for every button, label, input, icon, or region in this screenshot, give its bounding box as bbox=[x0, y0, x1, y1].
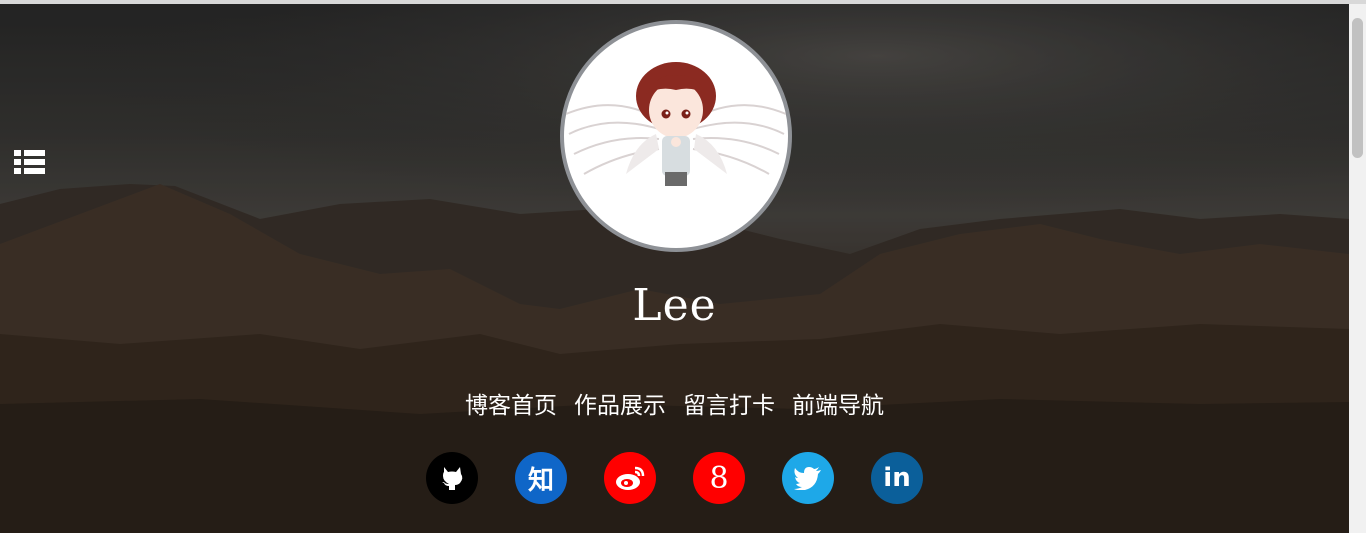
linkedin-icon[interactable]: in bbox=[871, 452, 923, 504]
zhihu-icon[interactable]: 知 bbox=[515, 452, 567, 504]
google-icon[interactable]: 8 bbox=[693, 452, 745, 504]
google-glyph: 8 bbox=[709, 460, 729, 496]
linkedin-glyph: in bbox=[883, 463, 911, 493]
nav-link-guestbook[interactable]: 留言打卡 bbox=[683, 386, 775, 420]
weibo-icon[interactable] bbox=[604, 452, 656, 504]
nav-link-frontend-nav[interactable]: 前端导航 bbox=[792, 386, 884, 420]
menu-list-icon[interactable] bbox=[14, 150, 45, 174]
twitter-icon[interactable] bbox=[782, 452, 834, 504]
github-icon[interactable] bbox=[426, 452, 478, 504]
angel-avatar-illustration bbox=[565, 62, 787, 186]
page-scrollbar[interactable] bbox=[1349, 4, 1366, 533]
main-nav: 博客首页 作品展示 留言打卡 前端导航 bbox=[0, 386, 1349, 420]
nav-link-portfolio[interactable]: 作品展示 bbox=[574, 386, 666, 420]
scrollbar-thumb[interactable] bbox=[1352, 18, 1363, 158]
avatar[interactable] bbox=[560, 20, 792, 252]
zhihu-glyph: 知 bbox=[527, 465, 554, 496]
nav-link-blog-home[interactable]: 博客首页 bbox=[465, 386, 557, 420]
social-links: 知 8 in bbox=[0, 452, 1349, 504]
site-title: Lee bbox=[632, 280, 717, 331]
